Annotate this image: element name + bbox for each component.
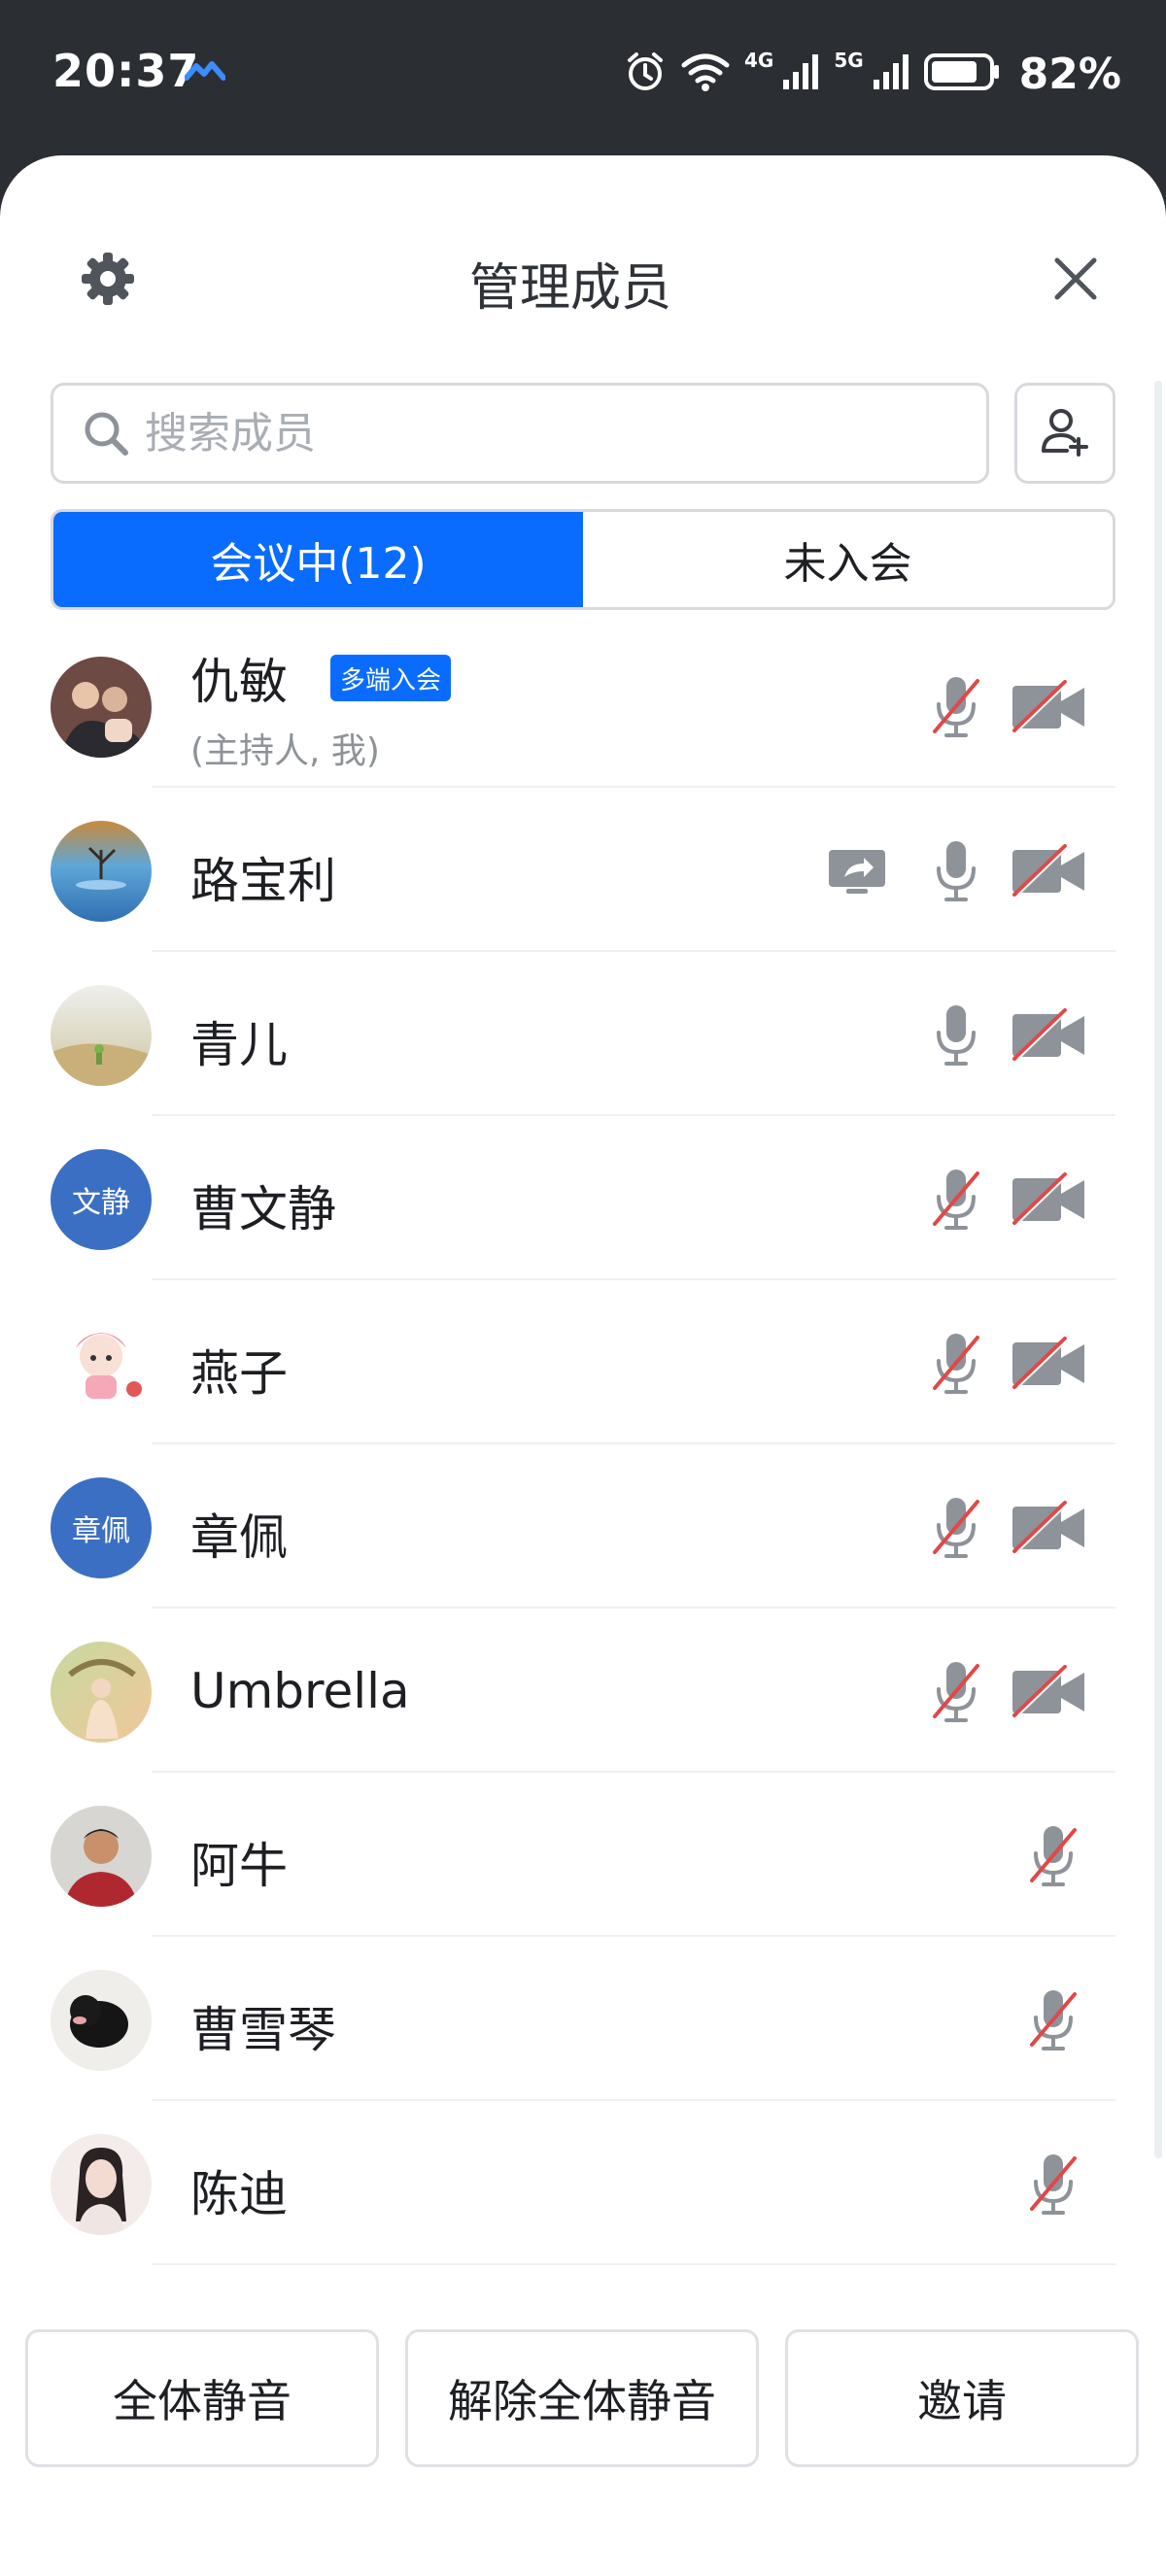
member-row[interactable]: 曹雪琴 <box>0 1937 1166 2101</box>
app-notification-icon <box>184 60 226 85</box>
mic-icon[interactable] <box>917 999 995 1072</box>
manage-members-sheet: 管理成员 会议中(12) 未入会 <box>0 155 1166 2576</box>
avatar <box>51 1970 152 2071</box>
member-row[interactable]: 仇敏 多端入会 (主持人, 我) <box>0 624 1166 788</box>
camera-off-icon[interactable] <box>1011 1327 1088 1401</box>
camera-off-icon[interactable] <box>1011 1655 1088 1729</box>
search-icon <box>81 408 131 458</box>
camera-off-icon[interactable] <box>1011 670 1088 744</box>
member-name: 仇敏 <box>190 654 288 710</box>
network-4g-label: 4G <box>743 49 774 72</box>
member-name: 燕子 <box>190 1345 288 1402</box>
status-bar: 20:37 4G 5G 82% <box>0 0 1166 155</box>
avatar <box>51 657 152 758</box>
camera-off-icon[interactable] <box>1011 1163 1088 1237</box>
avatar <box>51 1313 152 1414</box>
member-name: 章佩 <box>190 1509 288 1566</box>
tab-in-meeting[interactable]: 会议中(12) <box>53 512 583 607</box>
member-row[interactable]: 文静 曹文静 <box>0 1116 1166 1280</box>
member-name: Umbrella <box>190 1663 410 1719</box>
avatar <box>51 985 152 1086</box>
member-role: (主持人, 我) <box>190 731 380 771</box>
camera-off-icon[interactable] <box>1011 834 1088 908</box>
avatar <box>51 821 152 922</box>
member-row[interactable]: 路宝利 <box>0 788 1166 952</box>
member-name: 青儿 <box>190 1017 288 1073</box>
camera-off-icon[interactable] <box>1011 999 1088 1072</box>
divider <box>152 2263 1115 2265</box>
tab-not-joined[interactable]: 未入会 <box>583 512 1113 607</box>
member-name: 陈迪 <box>190 2166 288 2222</box>
add-user-icon <box>1038 404 1092 462</box>
close-icon <box>1049 257 1102 309</box>
alarm-icon <box>624 51 667 97</box>
member-name: 阿牛 <box>190 1838 288 1894</box>
member-row[interactable]: 陈迪 <box>0 2101 1166 2265</box>
mic-muted-icon[interactable] <box>917 1327 995 1401</box>
member-row[interactable]: Umbrella <box>0 1609 1166 1773</box>
network-5g-label: 5G <box>834 49 864 72</box>
multi-device-badge: 多端入会 <box>330 655 452 701</box>
mic-muted-icon[interactable] <box>917 1163 995 1237</box>
signal-icon <box>872 52 910 95</box>
screen-share-icon <box>818 834 896 908</box>
mic-muted-icon[interactable] <box>1014 2148 1092 2221</box>
mic-muted-icon[interactable] <box>1014 1983 1092 2057</box>
status-icons: 4G 5G 82% <box>624 45 1121 103</box>
close-button[interactable] <box>1049 253 1102 305</box>
avatar <box>51 1642 152 1743</box>
member-name: 曹文静 <box>190 1181 336 1237</box>
avatar: 章佩 <box>51 1477 152 1578</box>
avatar <box>51 1806 152 1907</box>
scrollbar[interactable] <box>1154 381 1162 2158</box>
member-list: 仇敏 多端入会 (主持人, 我) 路宝利青儿文静 曹文静燕子章佩 章佩 Umbrella 阿牛… <box>0 624 1166 2265</box>
battery-percent: 82% <box>1018 49 1121 99</box>
member-name: 路宝利 <box>190 853 336 909</box>
status-time: 20:37 <box>52 45 200 97</box>
mic-icon[interactable] <box>917 834 995 908</box>
member-name: 曹雪琴 <box>190 2002 336 2058</box>
mic-muted-icon[interactable] <box>1014 1819 1092 1893</box>
member-row[interactable]: 阿牛 <box>0 1773 1166 1937</box>
member-row[interactable]: 燕子 <box>0 1280 1166 1444</box>
avatar: 文静 <box>51 1149 152 1250</box>
signal-icon <box>781 52 820 95</box>
add-member-button[interactable] <box>1014 383 1115 484</box>
mic-muted-icon[interactable] <box>917 1655 995 1729</box>
search-input[interactable] <box>145 408 942 458</box>
invite-button[interactable]: 邀请 <box>785 2329 1139 2467</box>
page-title: 管理成员 <box>468 259 671 318</box>
camera-off-icon[interactable] <box>1011 1491 1088 1565</box>
mute-all-button[interactable]: 全体静音 <box>25 2329 379 2467</box>
member-tabs: 会议中(12) 未入会 <box>51 509 1115 610</box>
mic-muted-icon[interactable] <box>917 1491 995 1565</box>
member-row[interactable]: 章佩 章佩 <box>0 1444 1166 1609</box>
mic-muted-icon[interactable] <box>917 670 995 744</box>
battery-icon <box>923 52 1002 95</box>
wifi-icon <box>680 51 731 96</box>
unmute-all-button[interactable]: 解除全体静音 <box>405 2329 759 2467</box>
avatar <box>51 2134 152 2235</box>
search-box[interactable] <box>51 383 989 484</box>
member-row[interactable]: 青儿 <box>0 952 1166 1116</box>
